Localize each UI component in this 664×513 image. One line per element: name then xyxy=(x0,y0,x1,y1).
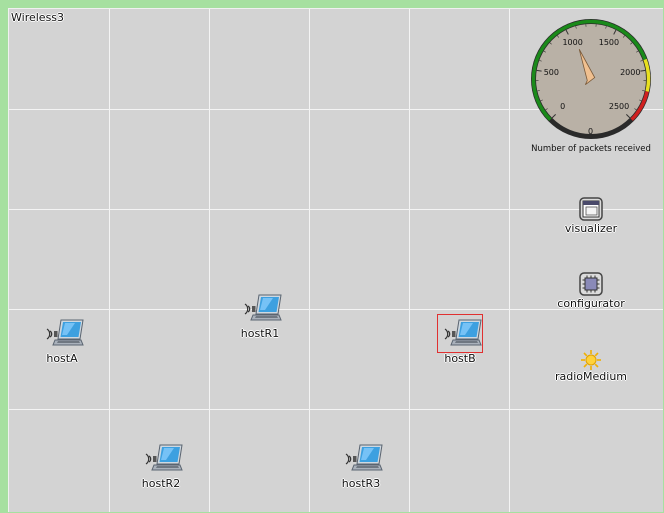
module-label: configurator xyxy=(557,297,625,310)
module-configurator[interactable]: configurator xyxy=(557,272,625,312)
host-label: hostA xyxy=(46,352,78,365)
packet-gauge[interactable]: 0 500 1000 1500 2000 2500 0 Number of packets … xyxy=(529,17,653,157)
gauge-value-label: 0 xyxy=(588,127,594,136)
network-frame: Wireless3 hostA hostR1 hostR2 hostR3 hos… xyxy=(0,0,664,513)
network-title: Wireless3 xyxy=(11,11,65,24)
module-radioMedium[interactable]: radioMedium xyxy=(555,349,627,389)
host-label: hostR1 xyxy=(240,327,280,340)
module-label: radioMedium xyxy=(554,370,628,383)
gauge-caption: Number of packets received xyxy=(531,144,651,154)
module-visualizer[interactable]: visualizer xyxy=(564,197,618,237)
gauge-tick-label: 0 xyxy=(560,102,566,112)
laptop-icon xyxy=(444,319,482,346)
chip-icon xyxy=(579,272,603,296)
gauge-dial xyxy=(531,19,651,139)
network-canvas[interactable]: Wireless3 hostA hostR1 hostR2 hostR3 hos… xyxy=(8,8,663,512)
grid-line xyxy=(109,9,110,512)
host-hostR3[interactable]: hostR3 xyxy=(336,443,386,491)
host-hostR1[interactable]: hostR1 xyxy=(235,293,285,341)
gauge-tick-label: 1500 xyxy=(598,38,620,48)
gauge-tick-label: 2000 xyxy=(620,67,641,77)
laptop-icon xyxy=(345,444,383,471)
laptop-icon xyxy=(244,294,282,321)
host-hostA[interactable]: hostA xyxy=(37,318,87,366)
grid-line xyxy=(9,209,663,210)
laptop-icon xyxy=(145,444,183,471)
host-label: hostR3 xyxy=(341,477,381,490)
host-hostB[interactable]: hostB xyxy=(435,314,485,366)
gauge-tick-label: 500 xyxy=(543,67,559,77)
grid-line xyxy=(9,409,663,410)
gauge-tick-label: 1000 xyxy=(562,38,583,48)
grid-line xyxy=(309,9,310,512)
module-label: visualizer xyxy=(564,222,618,235)
sun-icon xyxy=(581,350,601,370)
host-hostR2[interactable]: hostR2 xyxy=(136,443,186,491)
host-label: hostR2 xyxy=(141,477,181,490)
grid-line xyxy=(209,9,210,512)
grid-line xyxy=(409,9,410,512)
host-label: hostB xyxy=(444,352,476,365)
window-icon xyxy=(579,197,603,221)
laptop-icon xyxy=(46,319,84,346)
gauge-tick-label: 2500 xyxy=(608,102,630,112)
grid-line xyxy=(509,9,510,512)
